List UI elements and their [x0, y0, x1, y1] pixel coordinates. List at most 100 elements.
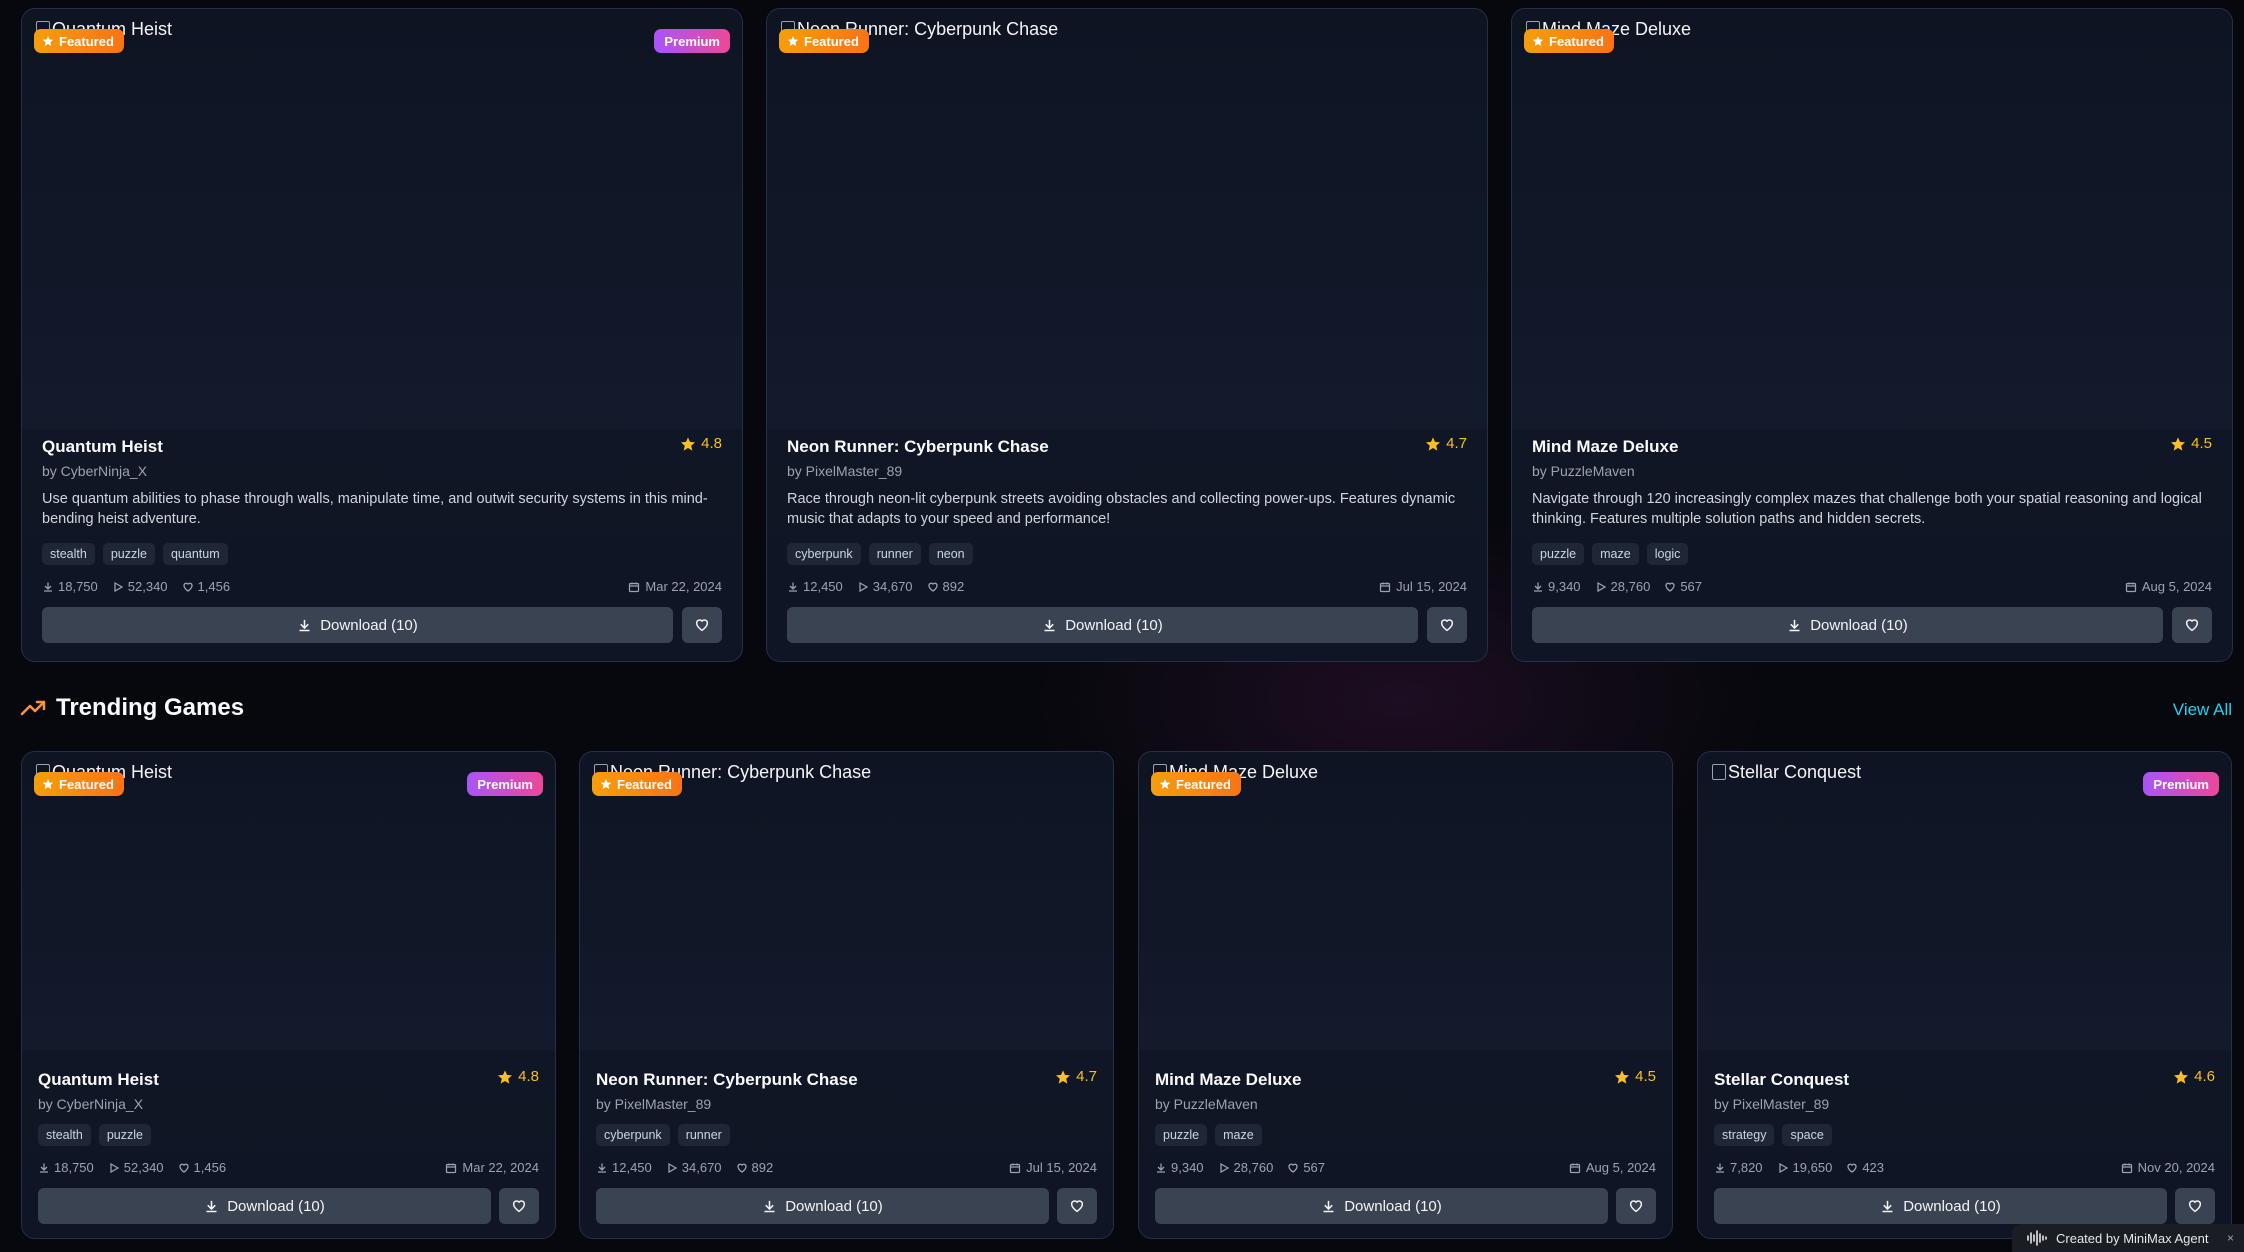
game-title[interactable]: Neon Runner: Cyberpunk Chase	[787, 437, 1049, 457]
tag[interactable]: strategy	[1714, 1124, 1775, 1146]
calendar-icon	[1380, 582, 1391, 592]
game-thumbnail[interactable]: Stellar Conquest	[1698, 752, 2231, 1050]
game-thumbnail[interactable]: Quantum Heist	[22, 9, 742, 429]
author[interactable]: by PixelMaster_89	[596, 1096, 711, 1112]
calendar-icon	[446, 1163, 457, 1173]
likes-stat: 567	[1664, 579, 1702, 594]
likes-stat: 423	[1846, 1160, 1884, 1175]
star-icon	[498, 1069, 513, 1084]
star-icon	[787, 36, 799, 46]
trending-card-mind-maze[interactable]: Mind Maze Deluxe Featured Mind Maze Delu…	[1138, 751, 1673, 1239]
game-title[interactable]: Stellar Conquest	[1714, 1070, 1849, 1090]
favorite-button[interactable]	[1616, 1188, 1656, 1224]
favorite-button[interactable]	[499, 1188, 539, 1224]
tag[interactable]: stealth	[38, 1124, 91, 1146]
heart-icon	[1070, 1200, 1084, 1213]
tag[interactable]: neon	[928, 543, 973, 565]
play-icon	[1778, 1162, 1788, 1173]
tag[interactable]: space	[1782, 1124, 1832, 1146]
plays-stat: 28,760	[1595, 579, 1650, 594]
author[interactable]: by CyberNinja_X	[42, 463, 147, 479]
author[interactable]: by CyberNinja_X	[38, 1096, 143, 1112]
premium-badge: Premium	[467, 772, 543, 796]
tag[interactable]: cyberpunk	[787, 543, 861, 565]
game-card-quantum-heist[interactable]: Quantum Heist Featured Premium Quantum H…	[21, 8, 743, 662]
download-button[interactable]: Download (10)	[596, 1188, 1049, 1224]
broken-image-icon	[1712, 764, 1726, 780]
rating: 4.8	[680, 435, 722, 452]
game-title[interactable]: Mind Maze Deluxe	[1532, 437, 1678, 457]
trending-card-neon-runner[interactable]: Neon Runner: Cyberpunk Chase Featured Ne…	[579, 751, 1114, 1239]
featured-badge: Featured	[34, 29, 124, 53]
favorite-button[interactable]	[1427, 607, 1467, 643]
trending-card-stellar-conquest[interactable]: Stellar Conquest Premium Stellar Conques…	[1697, 751, 2232, 1239]
favorite-button[interactable]	[2172, 607, 2212, 643]
download-button[interactable]: Download (10)	[1532, 607, 2163, 643]
star-icon	[1056, 1069, 1071, 1084]
heart-icon	[1629, 1200, 1643, 1213]
minimax-agent-badge[interactable]: Created by MiniMax Agent ×	[2012, 1224, 2244, 1252]
game-title[interactable]: Quantum Heist	[42, 437, 163, 457]
release-date: Jul 15, 2024	[1009, 1160, 1097, 1175]
featured-badge: Featured	[1524, 29, 1614, 53]
featured-badge: Featured	[592, 772, 682, 796]
tag[interactable]: cyberpunk	[596, 1124, 670, 1146]
download-button[interactable]: Download (10)	[1155, 1188, 1608, 1224]
heart-icon	[1847, 1163, 1857, 1173]
download-button[interactable]: Download (10)	[787, 607, 1418, 643]
download-button[interactable]: Download (10)	[1714, 1188, 2167, 1224]
game-title[interactable]: Mind Maze Deluxe	[1155, 1070, 1301, 1090]
release-date: Mar 22, 2024	[628, 579, 722, 594]
download-button[interactable]: Download (10)	[38, 1188, 491, 1224]
game-title[interactable]: Quantum Heist	[38, 1070, 159, 1090]
star-icon	[1615, 1069, 1630, 1084]
likes-stat: 892	[736, 1160, 773, 1175]
tag[interactable]: maze	[1592, 543, 1639, 565]
game-thumbnail[interactable]: Neon Runner: Cyberpunk Chase	[767, 9, 1487, 429]
game-thumbnail[interactable]: Mind Maze Deluxe	[1139, 752, 1672, 1050]
favorite-button[interactable]	[682, 607, 722, 643]
calendar-icon	[2121, 1163, 2132, 1173]
download-icon	[598, 1163, 606, 1173]
tag[interactable]: runner	[868, 543, 921, 565]
tag[interactable]: puzzle	[98, 1124, 151, 1146]
tag[interactable]: quantum	[162, 543, 228, 565]
tag[interactable]: puzzle	[1155, 1124, 1208, 1146]
heart-icon	[182, 582, 193, 592]
calendar-icon	[629, 582, 640, 592]
download-icon	[40, 1163, 48, 1173]
rating: 4.8	[497, 1068, 539, 1085]
game-thumbnail[interactable]: Mind Maze Deluxe	[1512, 9, 2232, 429]
tag[interactable]: puzzle	[102, 543, 155, 565]
tag[interactable]: logic	[1646, 543, 1689, 565]
game-description: Race through neon-lit cyberpunk streets …	[787, 491, 1456, 527]
author[interactable]: by PixelMaster_89	[1714, 1096, 1829, 1112]
game-thumbnail[interactable]: Quantum Heist	[22, 752, 555, 1050]
favorite-button[interactable]	[1057, 1188, 1097, 1224]
author[interactable]: by PuzzleMaven	[1532, 463, 1635, 479]
featured-badge: Featured	[1151, 772, 1241, 796]
game-card-mind-maze[interactable]: Mind Maze Deluxe Featured Mind Maze Delu…	[1511, 8, 2233, 662]
tag-list: puzzle maze logic	[1532, 543, 1689, 565]
author[interactable]: by PuzzleMaven	[1155, 1096, 1258, 1112]
download-button[interactable]: Download (10)	[42, 607, 673, 643]
badge-label: Created by MiniMax Agent	[2056, 1230, 2209, 1246]
heart-icon	[2188, 1200, 2202, 1213]
trending-card-quantum-heist[interactable]: Quantum Heist Featured Premium Quantum H…	[21, 751, 556, 1239]
release-date: Aug 5, 2024	[2125, 579, 2212, 594]
play-icon	[668, 1162, 678, 1173]
game-card-neon-runner[interactable]: Neon Runner: Cyberpunk Chase Featured Ne…	[766, 8, 1488, 662]
tag[interactable]: runner	[677, 1124, 730, 1146]
tag[interactable]: maze	[1215, 1124, 1262, 1146]
downloads-stat: 12,450	[787, 579, 843, 594]
game-thumbnail[interactable]: Neon Runner: Cyberpunk Chase	[580, 752, 1113, 1050]
game-title[interactable]: Neon Runner: Cyberpunk Chase	[596, 1070, 858, 1090]
game-stats: 18,750 52,340 1,456	[38, 1160, 226, 1175]
favorite-button[interactable]	[2175, 1188, 2215, 1224]
tag[interactable]: puzzle	[1532, 543, 1585, 565]
star-icon	[42, 36, 54, 46]
view-all-link[interactable]: View All	[2173, 700, 2232, 720]
tag[interactable]: stealth	[42, 543, 95, 565]
close-icon[interactable]: ×	[2227, 1231, 2234, 1245]
author[interactable]: by PixelMaster_89	[787, 463, 902, 479]
